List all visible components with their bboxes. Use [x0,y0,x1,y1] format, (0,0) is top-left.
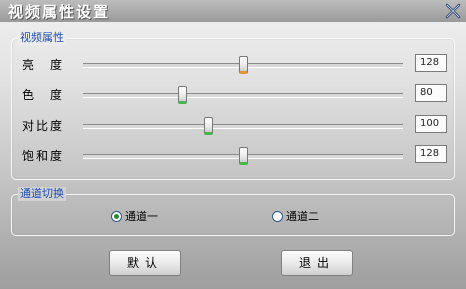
channel-switch-group: 通道切换 通道一 通道二 [11,187,455,236]
saturation-slider-track[interactable] [83,147,403,165]
contrast-label: 对比度 [22,119,65,133]
close-icon [445,3,461,19]
brightness-slider-track[interactable] [83,56,403,74]
channel-two-label: 通道二 [286,210,319,223]
channel-one-label: 通道一 [125,210,158,223]
hue-label: 色 度 [22,88,65,102]
saturation-label: 饱和度 [22,149,65,163]
exit-button[interactable]: 退出 [281,250,353,276]
contrast-slider-track[interactable] [83,117,403,135]
close-button[interactable] [444,2,462,20]
video-properties-title: 视频属性 [18,31,66,45]
title-bar[interactable]: 视频属性设置 [0,0,466,22]
window-title: 视频属性设置 [8,3,111,21]
brightness-value[interactable]: 128 [415,54,447,72]
contrast-slider-thumb[interactable] [203,117,213,135]
contrast-value[interactable]: 100 [415,115,447,133]
channel-two-radio[interactable]: 通道二 [272,208,319,224]
hue-value[interactable]: 80 [415,84,447,102]
radio-indicator-icon [272,210,283,222]
default-button[interactable]: 默认 [109,250,181,276]
radio-indicator-icon [111,210,122,222]
saturation-slider-thumb[interactable] [239,147,248,165]
video-settings-window: 视频属性设置 视频属性 亮 度 128 色 度 80 对比度 100 饱和度 1… [0,0,466,289]
saturation-value[interactable]: 128 [415,145,447,163]
channel-switch-title: 通道切换 [18,187,66,201]
brightness-label: 亮 度 [22,58,65,72]
channel-one-radio[interactable]: 通道一 [111,208,158,224]
hue-slider-track[interactable] [83,86,403,104]
video-properties-group: 视频属性 亮 度 128 色 度 80 对比度 100 饱和度 128 [11,31,455,180]
brightness-slider-thumb[interactable] [239,56,248,74]
hue-slider-thumb[interactable] [178,86,188,104]
